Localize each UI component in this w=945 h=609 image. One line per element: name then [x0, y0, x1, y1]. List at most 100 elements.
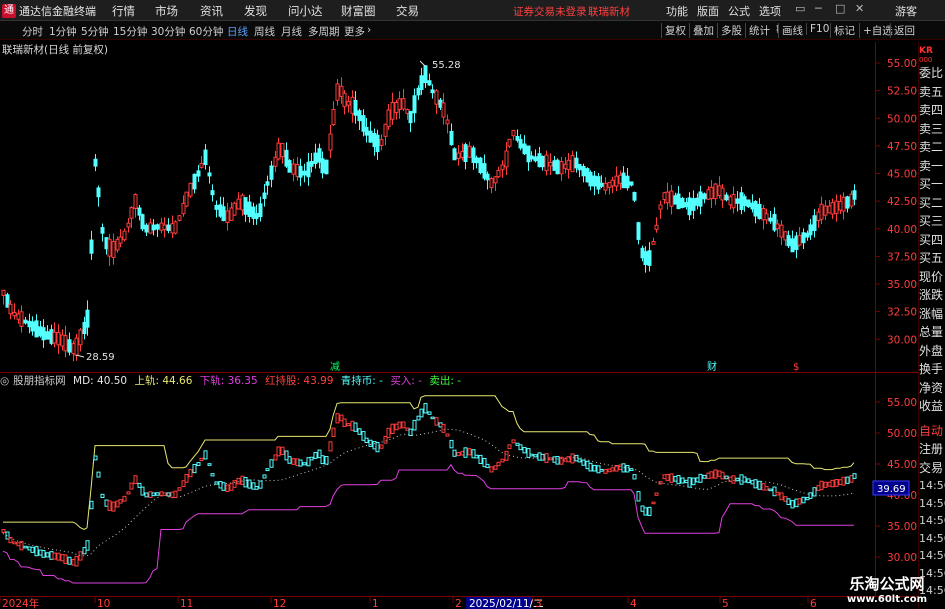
indicator-bar	[302, 462, 307, 466]
candle-body	[126, 222, 131, 228]
high-leader-line	[419, 60, 426, 67]
candle-body	[375, 134, 380, 153]
indicator-bar	[713, 469, 718, 479]
candle-body	[654, 224, 659, 230]
indicator-bar	[665, 473, 670, 481]
side-action-label[interactable]: 注册	[919, 440, 945, 459]
candle-body	[548, 161, 553, 167]
indicator-bar	[467, 448, 472, 456]
event-marker-dividend[interactable]: $	[793, 362, 799, 373]
indicator-bar	[507, 444, 512, 450]
side-label: 收益	[919, 399, 944, 413]
candle-body	[324, 159, 329, 175]
indicator-bar	[151, 492, 156, 497]
indicator-bar	[504, 450, 509, 461]
indicator-bar	[247, 479, 252, 489]
indicator-bar	[599, 468, 604, 472]
candle-body	[1, 289, 6, 296]
candle-body	[96, 187, 101, 198]
event-marker-finance[interactable]: 财	[707, 360, 717, 373]
indicator-bar	[254, 485, 259, 490]
candle-body	[449, 130, 454, 146]
indicator-bar	[401, 421, 406, 429]
indicator-bar	[85, 540, 90, 551]
candle-body	[540, 155, 545, 168]
indicator-name[interactable]: 股朋指标网	[13, 375, 66, 387]
candle-body	[122, 230, 127, 241]
indicator-bar	[651, 501, 656, 505]
indicator-bar	[126, 491, 131, 495]
indicator-bar	[463, 447, 468, 458]
indicator-bar	[357, 428, 362, 435]
indicator-bar	[801, 496, 806, 504]
indicator-bar	[676, 474, 681, 485]
candle-body	[852, 190, 857, 200]
candle-body	[151, 224, 156, 231]
indicator-buy: 买入: -	[390, 375, 422, 387]
side-action-label[interactable]: 交易	[919, 459, 945, 478]
side-action-labels: 自动 注册 交易	[919, 422, 945, 478]
indicator-bar	[258, 480, 263, 489]
candle-body	[735, 198, 740, 204]
side-code-a: KR	[919, 46, 933, 56]
indicator-bar	[518, 444, 523, 451]
side-label: 买五	[919, 251, 944, 265]
candle-body	[19, 311, 24, 327]
event-marker-reduce[interactable]: 减	[330, 361, 340, 373]
candle-body	[518, 138, 523, 149]
candle-body	[346, 100, 351, 106]
indicator-bar	[588, 462, 593, 472]
candle-body	[111, 240, 116, 258]
candle-body	[23, 319, 28, 324]
indicator-bar	[12, 541, 17, 545]
candle-body	[45, 331, 50, 340]
indicator-bar	[724, 475, 729, 480]
candle-body	[614, 175, 619, 187]
indicator-bar	[133, 475, 138, 485]
candle-body	[669, 190, 674, 207]
candle-body	[328, 133, 333, 151]
indicator-bar	[625, 465, 630, 473]
axis-tick-label: 42.50	[887, 196, 917, 208]
candle-body	[309, 160, 314, 167]
indicator-bar	[298, 459, 303, 467]
indicator-bar	[192, 463, 197, 474]
indicator-bar	[709, 471, 714, 479]
candle-body	[41, 327, 46, 341]
time-tick-label: 5	[722, 598, 729, 609]
candle-body	[544, 154, 549, 172]
side-action-label[interactable]: 自动	[919, 422, 945, 441]
candle-body	[533, 156, 538, 162]
candle-body	[331, 109, 336, 126]
axis-tick-label: 50.00	[887, 113, 917, 125]
kline-price-axis: 55.00 52.50 50.00 47.50 45.00 42.50 40.00 37.50…	[875, 58, 917, 346]
indicator-bar	[441, 423, 446, 433]
chart-canvas[interactable]: 55.00 52.50 50.00 47.50 45.00 42.50 40.00 37.50…	[0, 0, 945, 609]
indicator-bar	[592, 464, 597, 472]
indicator-bar	[735, 477, 740, 482]
kline-candles[interactable]	[1, 65, 857, 362]
candle-body	[790, 238, 795, 253]
side-label: 涨跌	[919, 288, 944, 302]
indicator-bar	[797, 498, 802, 505]
side-label: 换手	[919, 362, 944, 376]
indicator-bar	[100, 493, 105, 498]
candle-body	[173, 221, 178, 234]
axis-tick-label: 35.00	[887, 279, 917, 291]
indicator-bar	[790, 500, 795, 509]
candle-body	[845, 196, 850, 209]
indicator-bar	[375, 442, 380, 453]
watermark-name: 乐淘公式网	[849, 575, 925, 593]
candle-body	[651, 240, 656, 245]
indicator-bar	[570, 453, 575, 464]
indicator-toggle-icon[interactable]: ◎	[0, 375, 9, 387]
candle-body	[12, 312, 17, 317]
indicator-md: MD: 40.50	[73, 375, 128, 387]
side-label: 卖四	[919, 103, 944, 117]
indicator-bar	[93, 455, 98, 461]
indicator-bar	[111, 501, 116, 512]
indicator-candles[interactable]	[1, 403, 857, 567]
candle-body	[658, 204, 663, 210]
candle-body	[144, 224, 149, 233]
axis-tick-label: 45.00	[887, 459, 917, 471]
